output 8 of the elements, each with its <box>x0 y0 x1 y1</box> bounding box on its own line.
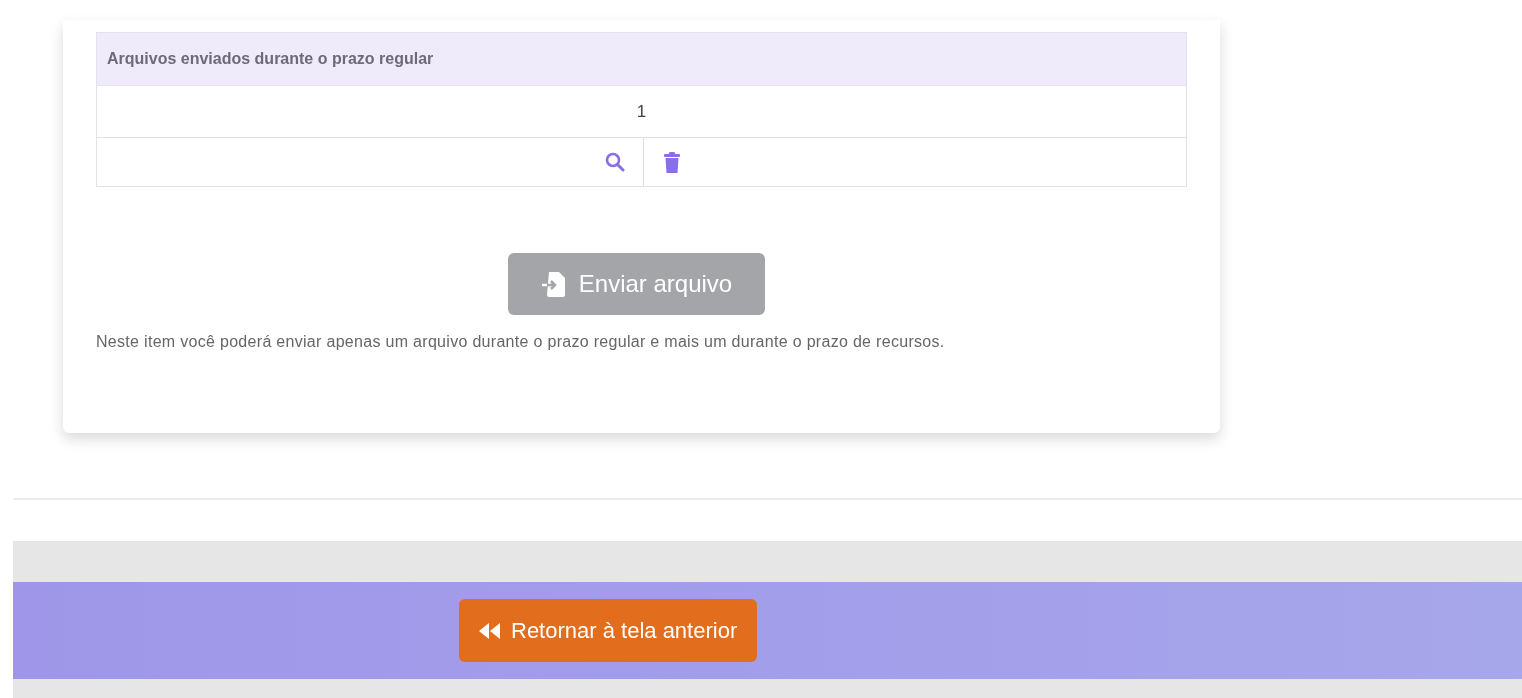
search-icon[interactable] <box>605 152 625 172</box>
double-left-arrow-icon <box>479 622 501 639</box>
file-import-icon <box>540 271 567 297</box>
trash-icon[interactable] <box>664 151 680 173</box>
back-button[interactable]: Retornar à tela anterior <box>459 599 758 662</box>
table-header: Arquivos enviados durante o prazo regular <box>97 33 1186 86</box>
table-cell: 1 <box>97 86 1186 138</box>
note-text: Neste item você poderá enviar apenas um arquivo durante o prazo regular e mais um durante o prazo de recursos. <box>96 332 946 352</box>
